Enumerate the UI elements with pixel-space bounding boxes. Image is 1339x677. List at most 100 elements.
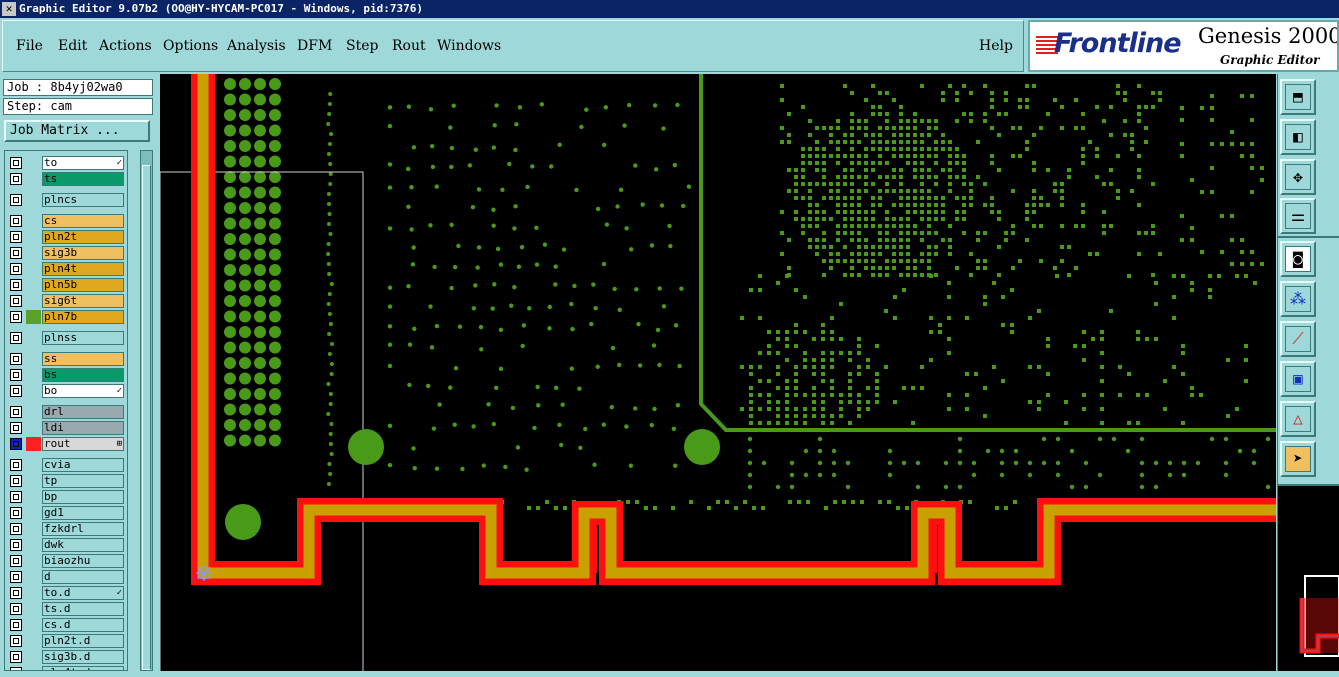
menu-file[interactable]: File [16, 38, 43, 54]
layer-color-swatch[interactable] [26, 384, 41, 398]
tool-angle-tool-icon[interactable]: △ [1280, 401, 1316, 437]
layer-row-sig3b[interactable]: sig3b [5, 246, 127, 260]
layer-name[interactable]: fzkdrl [42, 522, 124, 536]
layer-row-pln7b[interactable]: pln7b [5, 310, 127, 324]
layer-name[interactable]: pln2t.d [42, 634, 124, 648]
layer-color-swatch[interactable] [26, 262, 41, 276]
layer-name[interactable]: pln7b [42, 310, 124, 324]
layer-name[interactable]: pln4t.d [42, 666, 124, 670]
layer-name[interactable]: pln4t [42, 262, 124, 276]
layer-row-pln5b[interactable]: pln5b [5, 278, 127, 292]
layer-name[interactable]: rout ⊞ [42, 437, 124, 451]
layer-row-pln2t[interactable]: pln2t [5, 230, 127, 244]
layer-checkbox[interactable] [10, 651, 22, 663]
tool-measure-icon[interactable]: ⚌ [1280, 198, 1316, 234]
layer-checkbox[interactable] [10, 587, 22, 599]
layer-name[interactable]: cs.d [42, 618, 124, 632]
layer-color-swatch[interactable] [26, 570, 41, 584]
layer-checkbox[interactable] [10, 619, 22, 631]
layer-name[interactable]: cvia [42, 458, 124, 472]
layer-row-pln2t-d[interactable]: pln2t.d [5, 634, 127, 648]
layer-checkbox[interactable] [10, 635, 22, 647]
layer-checkbox[interactable] [10, 523, 22, 535]
layer-row-plncs[interactable]: plncs [5, 193, 127, 207]
layer-color-swatch[interactable] [26, 554, 41, 568]
layer-row-pln4t[interactable]: pln4t [5, 262, 127, 276]
layer-checkbox[interactable] [10, 279, 22, 291]
layer-checkbox[interactable] [10, 157, 22, 169]
layer-name[interactable]: pln5b [42, 278, 124, 292]
menu-analysis[interactable]: Analysis [227, 38, 286, 54]
layer-checkbox[interactable] [10, 459, 22, 471]
layer-checkbox[interactable] [10, 539, 22, 551]
menu-rout[interactable]: Rout [392, 38, 426, 54]
layer-checkbox[interactable] [10, 311, 22, 323]
layer-name[interactable]: gd1 [42, 506, 124, 520]
layer-name[interactable]: sig6t [42, 294, 124, 308]
layer-row-ts-d[interactable]: ts.d [5, 602, 127, 616]
layer-color-swatch[interactable] [26, 650, 41, 664]
layer-row-biaozhu[interactable]: biaozhu [5, 554, 127, 568]
tool-pan-icon[interactable]: ✥ [1280, 159, 1316, 195]
layer-color-swatch[interactable] [26, 506, 41, 520]
layer-checkbox[interactable] [10, 422, 22, 434]
graphic-canvas[interactable] [160, 74, 1276, 671]
layer-name[interactable]: d [42, 570, 124, 584]
layer-color-swatch[interactable] [26, 352, 41, 366]
layer-checkbox[interactable] [10, 507, 22, 519]
layer-color-swatch[interactable] [26, 331, 41, 345]
layer-name[interactable]: to.d ✓ [42, 586, 124, 600]
layer-checkbox[interactable] [10, 215, 22, 227]
layer-row-sig3b-d[interactable]: sig3b.d [5, 650, 127, 664]
layer-name[interactable]: bs [42, 368, 124, 382]
layer-checkbox[interactable] [10, 406, 22, 418]
layer-color-swatch[interactable] [26, 666, 41, 670]
layer-checkbox[interactable] [10, 438, 22, 450]
menu-edit[interactable]: Edit [58, 38, 87, 54]
layer-checkbox[interactable] [10, 332, 22, 344]
app-icon[interactable]: ✕ [2, 2, 16, 16]
tool-zoom-in-icon[interactable]: ◧ [1280, 119, 1316, 155]
layer-color-swatch[interactable] [26, 172, 41, 186]
layer-color-swatch[interactable] [26, 193, 41, 207]
layer-name[interactable]: dwk [42, 538, 124, 552]
layer-checkbox[interactable] [10, 571, 22, 583]
layer-row-cs[interactable]: cs [5, 214, 127, 228]
layer-row-dwk[interactable]: dwk [5, 538, 127, 552]
layer-color-swatch[interactable] [26, 310, 41, 324]
layer-checkbox[interactable] [10, 231, 22, 243]
layer-name[interactable]: bp [42, 490, 124, 504]
layer-checkbox[interactable] [10, 353, 22, 365]
layer-color-swatch[interactable] [26, 474, 41, 488]
layer-color-swatch[interactable] [26, 278, 41, 292]
layer-color-swatch[interactable] [26, 458, 41, 472]
layer-color-swatch[interactable] [26, 602, 41, 616]
menu-options[interactable]: Options [163, 38, 218, 54]
layer-row-ss[interactable]: ss [5, 352, 127, 366]
layer-row-plnss[interactable]: plnss [5, 331, 127, 345]
layer-color-swatch[interactable] [26, 522, 41, 536]
layer-color-swatch[interactable] [26, 246, 41, 260]
layer-name[interactable]: to ✓ [42, 156, 124, 170]
tool-snapshot-icon[interactable]: ◙ [1280, 241, 1316, 277]
layer-name[interactable]: cs [42, 214, 124, 228]
layer-name[interactable]: pln2t [42, 230, 124, 244]
layer-color-swatch[interactable] [26, 405, 41, 419]
layer-color-swatch[interactable] [26, 294, 41, 308]
layer-name[interactable]: ss [42, 352, 124, 366]
layer-color-swatch[interactable] [26, 368, 41, 382]
layer-row-sig6t[interactable]: sig6t [5, 294, 127, 308]
menu-step[interactable]: Step [346, 38, 378, 54]
layer-color-swatch[interactable] [26, 490, 41, 504]
layer-row-tp[interactable]: tp [5, 474, 127, 488]
layer-checkbox[interactable] [10, 263, 22, 275]
menu-dfm[interactable]: DFM [297, 38, 332, 54]
layer-color-swatch[interactable] [26, 230, 41, 244]
layer-checkbox[interactable] [10, 385, 22, 397]
layer-name[interactable]: sig3b [42, 246, 124, 260]
layer-checkbox[interactable] [10, 555, 22, 567]
layer-checkbox[interactable] [10, 173, 22, 185]
tool-feature-select-icon[interactable]: ▣ [1280, 361, 1316, 397]
menu-help[interactable]: Help [979, 38, 1013, 54]
layer-name[interactable]: biaozhu [42, 554, 124, 568]
